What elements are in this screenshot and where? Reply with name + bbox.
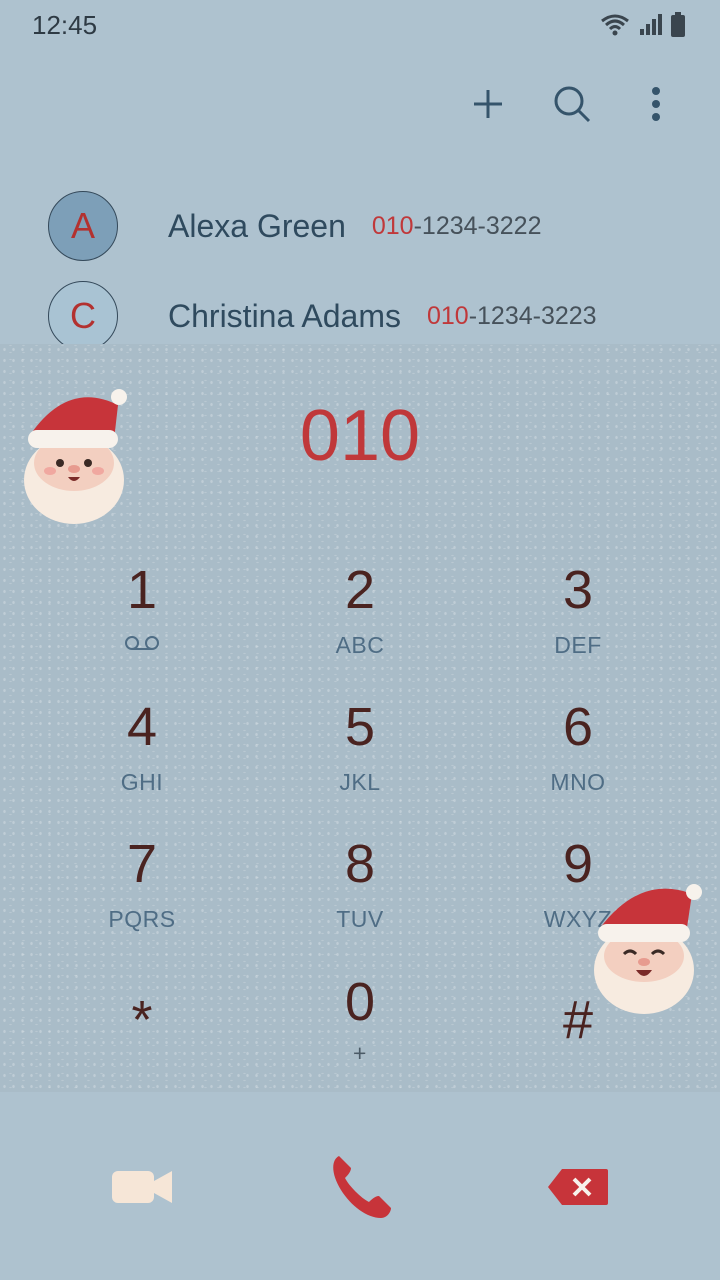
dial-key-0[interactable]: 0 + <box>260 972 460 1092</box>
key-letters: PQRS <box>108 906 176 932</box>
dial-key-8[interactable]: 8 TUV <box>260 834 460 954</box>
dial-key-7[interactable]: 7 PQRS <box>42 834 242 954</box>
key-digit: 0 <box>344 972 376 1032</box>
add-icon <box>474 90 502 118</box>
more-vert-icon <box>652 87 660 121</box>
key-digit: * <box>131 990 153 1050</box>
key-letters: ABC <box>335 632 385 658</box>
contact-phone: 010-1234-3222 <box>372 212 542 241</box>
key-digit: 2 <box>344 560 376 620</box>
search-icon <box>554 86 591 123</box>
dial-key-3[interactable]: 3 DEF <box>478 560 678 680</box>
status-icons <box>600 12 686 38</box>
wifi-icon <box>601 14 629 36</box>
contact-suggestion-row[interactable]: A Alexa Green 010-1234-3222 <box>48 190 688 262</box>
contact-name: Christina Adams <box>168 297 401 334</box>
key-digit: 7 <box>126 834 158 894</box>
key-letters: + <box>353 1040 367 1066</box>
contact-name: Alexa Green <box>168 207 346 244</box>
search-button[interactable] <box>548 80 596 128</box>
key-digit: 8 <box>344 834 376 894</box>
key-digit: 1 <box>126 560 158 620</box>
voicemail-icon <box>42 632 242 659</box>
key-digit: 3 <box>562 560 594 620</box>
key-digit: 5 <box>344 697 376 757</box>
avatar: A <box>48 191 118 261</box>
toolbar <box>464 80 680 128</box>
dial-key-6[interactable]: 6 MNO <box>478 697 678 817</box>
matched-prefix: 010 <box>426 301 469 330</box>
backspace-icon <box>548 1169 608 1205</box>
call-button[interactable] <box>320 1147 400 1227</box>
more-options-button[interactable] <box>632 80 680 128</box>
key-letters: DEF <box>554 632 602 658</box>
contact-suggestion-row[interactable]: C Christina Adams 010-1234-3223 <box>48 280 688 352</box>
key-digit: 4 <box>126 697 158 757</box>
dial-key-4[interactable]: 4 GHI <box>42 697 242 817</box>
key-letters: MNO <box>550 769 606 795</box>
matched-prefix: 010 <box>371 211 414 240</box>
dial-key-5[interactable]: 5 JKL <box>260 697 460 817</box>
contact-phone: 010-1234-3223 <box>427 302 597 331</box>
key-digit: 6 <box>562 697 594 757</box>
santa-decoration-icon <box>24 389 127 524</box>
phone-rest: -1234-3223 <box>468 301 597 330</box>
backspace-button[interactable] <box>538 1147 618 1227</box>
video-call-icon <box>112 1171 172 1203</box>
phone-call-icon <box>333 1156 391 1218</box>
key-letters: GHI <box>120 769 164 795</box>
santa-decoration-icon <box>594 884 702 1014</box>
signal-icon <box>640 14 662 35</box>
status-bar: 12:45 <box>0 0 720 50</box>
dial-key-1[interactable]: 1 <box>42 560 242 680</box>
key-letters: JKL <box>339 769 381 795</box>
phone-rest: -1234-3222 <box>413 211 542 240</box>
add-contact-button[interactable] <box>464 80 512 128</box>
dial-key-2[interactable]: 2 ABC <box>260 560 460 680</box>
video-call-button[interactable] <box>102 1147 182 1227</box>
status-time: 12:45 <box>32 10 98 40</box>
key-letters: TUV <box>336 906 384 932</box>
avatar: C <box>48 281 118 351</box>
battery-icon <box>671 12 685 37</box>
